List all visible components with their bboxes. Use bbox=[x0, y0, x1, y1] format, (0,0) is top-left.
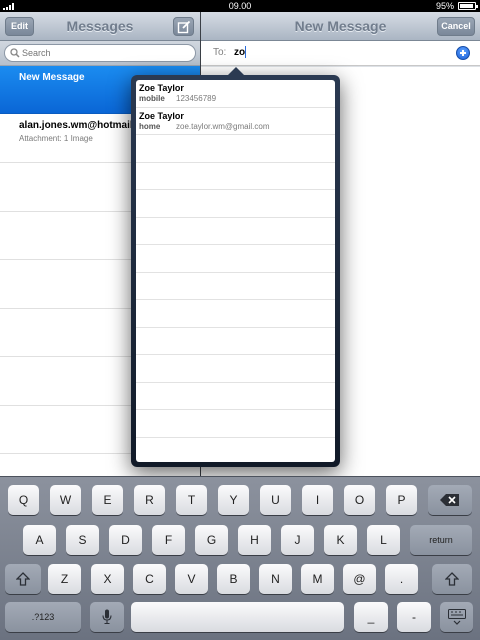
key-x[interactable]: X bbox=[91, 564, 124, 594]
suggestion-name: Zoe Taylor bbox=[139, 110, 184, 121]
key-u[interactable]: U bbox=[260, 485, 291, 515]
empty-suggestion-row bbox=[136, 328, 335, 355]
key-n[interactable]: N bbox=[259, 564, 292, 594]
to-label: To: bbox=[213, 47, 227, 58]
compose-button[interactable] bbox=[173, 17, 194, 36]
thread-preview: Attachment: 1 Image bbox=[19, 134, 93, 143]
hide-keyboard-key[interactable] bbox=[440, 602, 473, 632]
messages-title: Messages bbox=[66, 18, 134, 34]
numbers-key[interactable]: .?123 bbox=[5, 602, 81, 632]
empty-suggestion-row bbox=[136, 355, 335, 383]
search-input[interactable] bbox=[22, 46, 182, 60]
microphone-icon bbox=[102, 609, 112, 625]
shift-icon bbox=[15, 572, 31, 586]
return-key[interactable]: return bbox=[410, 525, 472, 555]
key-v[interactable]: V bbox=[175, 564, 208, 594]
empty-suggestion-row bbox=[136, 163, 335, 190]
key-m[interactable]: M bbox=[301, 564, 334, 594]
shift-key-left[interactable] bbox=[5, 564, 41, 594]
key-h[interactable]: H bbox=[238, 525, 271, 555]
empty-suggestion-row bbox=[136, 410, 335, 438]
search-bar bbox=[0, 41, 200, 66]
key-dash[interactable]: - bbox=[397, 602, 431, 632]
cancel-button[interactable]: Cancel bbox=[437, 17, 475, 36]
key-z[interactable]: Z bbox=[48, 564, 81, 594]
key-w[interactable]: W bbox=[50, 485, 81, 515]
empty-suggestion-row bbox=[136, 218, 335, 245]
compose-icon bbox=[177, 20, 191, 34]
key-r[interactable]: R bbox=[134, 485, 165, 515]
messages-navbar: Edit Messages bbox=[0, 12, 200, 41]
key-k[interactable]: K bbox=[324, 525, 357, 555]
key-q[interactable]: Q bbox=[8, 485, 39, 515]
empty-suggestion-row bbox=[136, 273, 335, 300]
contact-suggestions-popover: Zoe Taylor mobile 123456789 Zoe Taylor h… bbox=[131, 67, 340, 467]
keyboard: Q W E R T Y U I O P A S D F G H J K L re… bbox=[0, 476, 480, 640]
key-i[interactable]: I bbox=[302, 485, 333, 515]
key-j[interactable]: J bbox=[281, 525, 314, 555]
empty-suggestion-row bbox=[136, 245, 335, 273]
backspace-icon bbox=[440, 494, 459, 506]
text-cursor bbox=[245, 46, 246, 58]
empty-suggestion-row bbox=[136, 383, 335, 410]
status-time: 09.00 bbox=[228, 1, 252, 11]
key-c[interactable]: C bbox=[133, 564, 166, 594]
battery-percent: 95% bbox=[435, 1, 454, 11]
key-b[interactable]: B bbox=[217, 564, 250, 594]
suggestion-item[interactable]: Zoe Taylor mobile 123456789 bbox=[136, 80, 335, 108]
key-p[interactable]: P bbox=[386, 485, 417, 515]
key-underscore[interactable]: _ bbox=[354, 602, 388, 632]
status-bar: 09.00 95% bbox=[0, 0, 480, 12]
suggestion-value: 123456789 bbox=[176, 94, 217, 103]
key-t[interactable]: T bbox=[176, 485, 207, 515]
key-s[interactable]: S bbox=[66, 525, 99, 555]
key-g[interactable]: G bbox=[195, 525, 228, 555]
suggestion-type: home bbox=[139, 121, 161, 131]
hide-keyboard-icon bbox=[447, 609, 466, 625]
shift-icon bbox=[444, 572, 460, 586]
suggestion-type: mobile bbox=[139, 94, 165, 103]
to-input[interactable]: zo bbox=[234, 47, 245, 58]
key-y[interactable]: Y bbox=[218, 485, 249, 515]
popover-arrow bbox=[227, 67, 245, 76]
battery-icon bbox=[458, 2, 478, 10]
add-contact-icon[interactable] bbox=[456, 46, 470, 60]
suggestion-value: zoe.taylor.wm@gmail.com bbox=[176, 121, 270, 131]
suggestion-item[interactable]: Zoe Taylor home zoe.taylor.wm@gmail.com bbox=[136, 108, 335, 135]
key-e[interactable]: E bbox=[92, 485, 123, 515]
search-field[interactable] bbox=[4, 44, 196, 62]
key-f[interactable]: F bbox=[152, 525, 185, 555]
suggestion-name: Zoe Taylor bbox=[139, 83, 184, 93]
space-key[interactable] bbox=[131, 602, 344, 632]
key-at[interactable]: @ bbox=[343, 564, 376, 594]
key-d[interactable]: D bbox=[109, 525, 142, 555]
backspace-key[interactable] bbox=[428, 485, 472, 515]
thread-title: New Message bbox=[19, 72, 85, 83]
empty-suggestion-row bbox=[136, 300, 335, 328]
shift-key-right[interactable] bbox=[432, 564, 472, 594]
to-field-row[interactable]: To: zo bbox=[201, 41, 480, 66]
suggestions-list: Zoe Taylor mobile 123456789 Zoe Taylor h… bbox=[136, 80, 335, 462]
key-l[interactable]: L bbox=[367, 525, 400, 555]
key-o[interactable]: O bbox=[344, 485, 375, 515]
key-period[interactable]: . bbox=[385, 564, 418, 594]
new-message-navbar: New Message Cancel bbox=[201, 12, 480, 41]
empty-suggestion-row bbox=[136, 190, 335, 218]
empty-suggestion-row bbox=[136, 135, 335, 163]
key-a[interactable]: A bbox=[23, 525, 56, 555]
dictation-key[interactable] bbox=[90, 602, 124, 632]
search-icon bbox=[10, 48, 20, 58]
